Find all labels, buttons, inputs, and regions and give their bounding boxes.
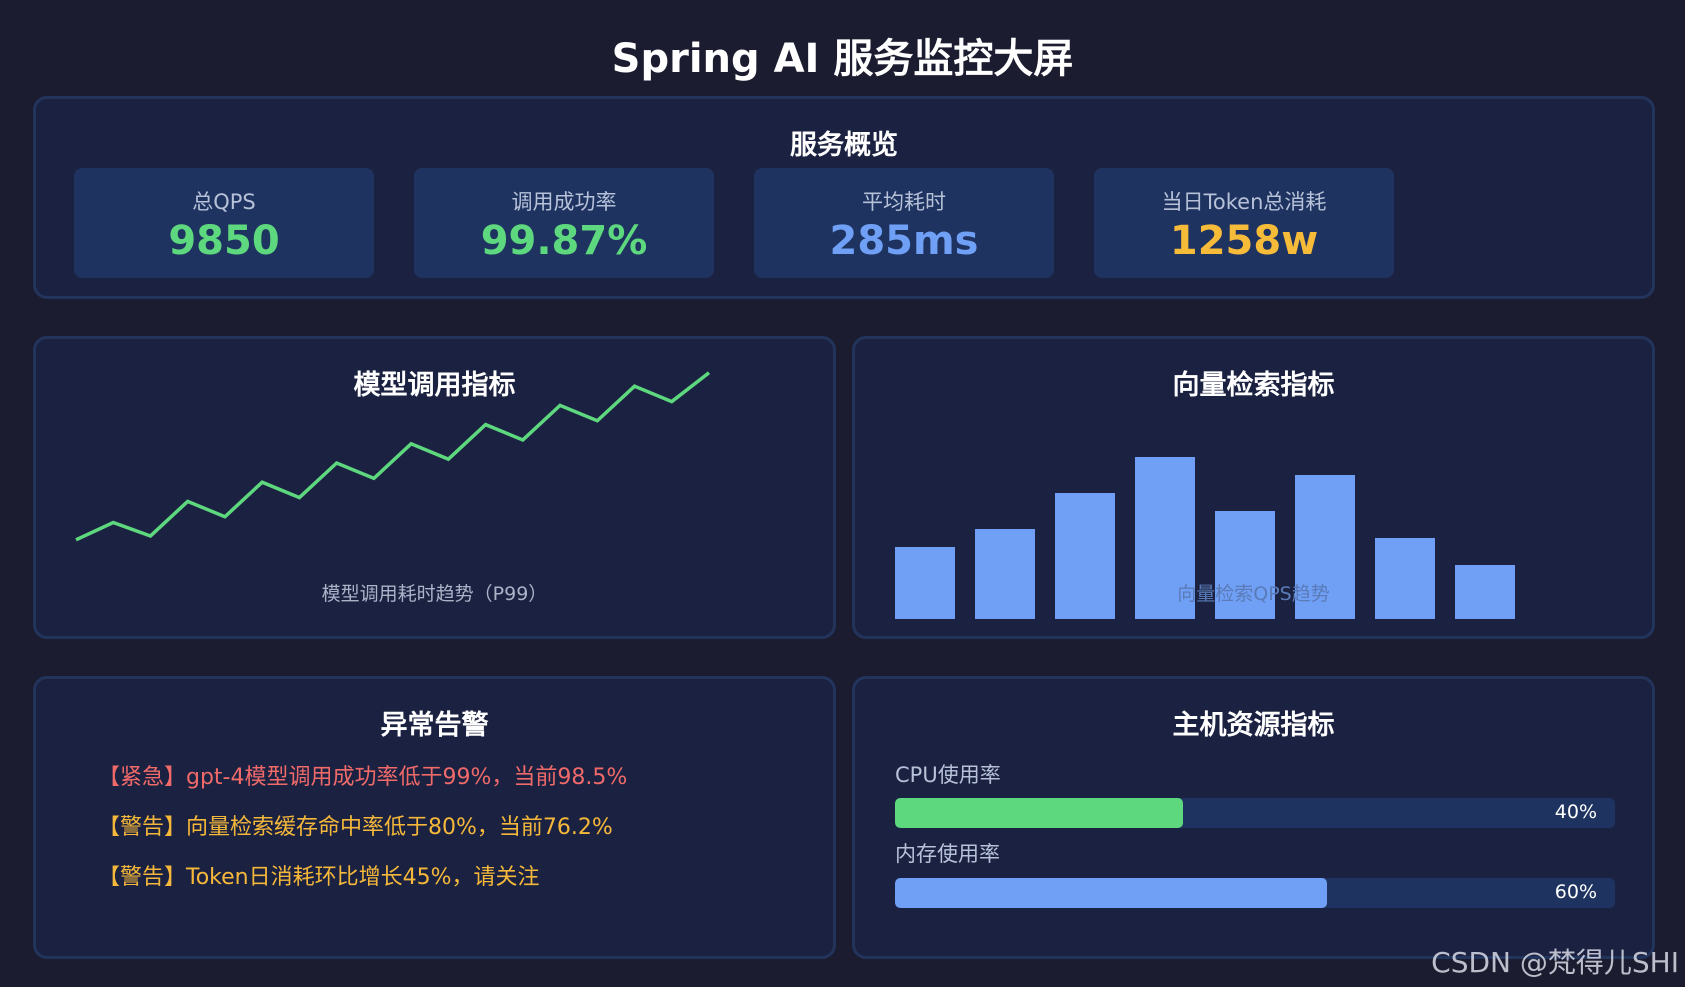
watermark: CSDN @梵得儿SHI xyxy=(1431,946,1679,979)
latency-series-line xyxy=(75,371,711,542)
stat-label: 总QPS xyxy=(192,190,256,214)
alerts-panel: 异常告警 【紧急】gpt-4模型调用成功率低于99%，当前98.5% 【警告】向… xyxy=(33,676,836,959)
memory-usage-label: 内存使用率 xyxy=(895,842,1000,866)
qps-chart-caption: 向量检索QPS趋势 xyxy=(1177,583,1330,605)
memory-usage-percent: 60% xyxy=(1554,881,1597,903)
stat-label: 调用成功率 xyxy=(511,190,617,214)
alert-item-warning: 【警告】Token日消耗环比增长45%，请关注 xyxy=(98,865,540,890)
overview-title: 服务概览 xyxy=(790,130,898,161)
latency-chart-caption: 模型调用耗时趋势（P99） xyxy=(321,583,548,605)
cpu-usage-percent: 40% xyxy=(1554,801,1597,823)
model-metrics-panel: 模型调用指标 模型调用耗时趋势（P99） xyxy=(33,336,836,639)
stat-card-qps: 总QPS 9850 xyxy=(74,168,374,278)
vector-metrics-panel: 向量检索指标 向量检索QPS趋势 xyxy=(852,336,1655,639)
stat-card-token-usage: 当日Token总消耗 1258w xyxy=(1094,168,1394,278)
stat-value: 285ms xyxy=(829,218,979,264)
alert-item-urgent: 【紧急】gpt-4模型调用成功率低于99%，当前98.5% xyxy=(98,765,628,790)
page-title: Spring AI 服务监控大屏 xyxy=(611,36,1074,82)
cpu-usage-label: CPU使用率 xyxy=(895,763,1001,787)
host-resources-title: 主机资源指标 xyxy=(1172,710,1335,741)
overview-panel: 服务概览 总QPS 9850 调用成功率 99.87% 平均耗时 285ms 当… xyxy=(33,96,1655,299)
cpu-usage-bar: 40% xyxy=(895,798,1615,828)
stat-card-success-rate: 调用成功率 99.87% xyxy=(414,168,714,278)
stat-label: 当日Token总消耗 xyxy=(1161,190,1327,214)
dashboard-page: Spring AI 服务监控大屏 服务概览 总QPS 9850 调用成功率 99… xyxy=(0,0,1685,987)
stat-value: 1258w xyxy=(1169,218,1319,264)
stat-card-avg-latency: 平均耗时 285ms xyxy=(754,168,1054,278)
alerts-title: 异常告警 xyxy=(380,710,489,741)
stat-value: 9850 xyxy=(168,218,280,264)
alert-item-warning: 【警告】向量检索缓存命中率低于80%，当前76.2% xyxy=(98,815,613,840)
host-resources-panel: 主机资源指标 CPU使用率 40% 内存使用率 60% xyxy=(852,676,1655,959)
memory-usage-fill xyxy=(895,878,1327,908)
cpu-usage-fill xyxy=(895,798,1183,828)
stat-label: 平均耗时 xyxy=(862,190,946,214)
stat-value: 99.87% xyxy=(480,218,648,264)
memory-usage-bar: 60% xyxy=(895,878,1615,908)
